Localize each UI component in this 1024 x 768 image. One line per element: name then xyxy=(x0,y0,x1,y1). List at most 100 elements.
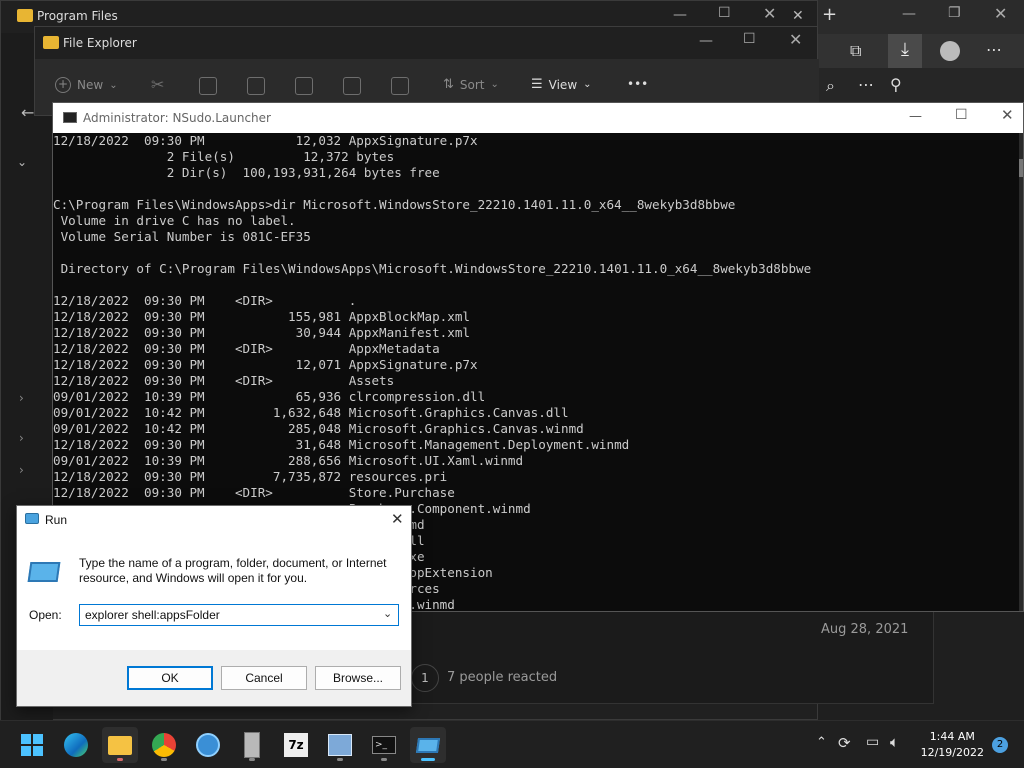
close-icon[interactable]: ✕ xyxy=(391,510,404,528)
new-label: New xyxy=(77,78,104,92)
console-line: 12/18/2022 09:30 PM <DIR> AppxMetadata xyxy=(53,341,440,356)
console-line: Volume Serial Number is 081C-EF35 xyxy=(53,229,311,244)
minimize-icon[interactable]: — xyxy=(699,33,713,49)
run-app-icon xyxy=(25,513,39,524)
taskbar-clock[interactable]: 1:44 AM 12/19/2022 xyxy=(921,729,984,761)
console-titlebar[interactable]: Administrator: NSudo.Launcher — ☐ ✕ xyxy=(53,103,1023,133)
console-scrollbar[interactable] xyxy=(1019,133,1023,611)
close-icon[interactable]: ✕ xyxy=(994,4,1007,23)
sync-icon[interactable]: ⟳ xyxy=(838,734,851,752)
delete-icon[interactable] xyxy=(391,77,409,95)
taskbar-globe-app[interactable] xyxy=(190,727,226,763)
console-line: 12/18/2022 09:30 PM 155,981 AppxBlockMap… xyxy=(53,309,471,324)
minimize-icon[interactable]: — xyxy=(673,7,687,23)
profile-avatar-icon[interactable] xyxy=(940,41,960,61)
terminal-icon: >_ xyxy=(372,736,396,754)
chevron-down-icon: ⌄ xyxy=(109,79,118,91)
folder-icon xyxy=(17,9,33,22)
rename-icon[interactable] xyxy=(295,77,313,95)
taskbar-chrome[interactable] xyxy=(146,727,182,763)
reacted-text[interactable]: 7 people reacted xyxy=(447,670,557,685)
console-scrollbar-thumb[interactable] xyxy=(1019,159,1023,177)
console-title: Administrator: NSudo.Launcher xyxy=(83,111,271,125)
search-icon[interactable]: ⌕ xyxy=(826,76,835,96)
console-line: 12/18/2022 09:30 PM <DIR> . xyxy=(53,293,357,308)
downloads-icon[interactable]: ⤓ xyxy=(888,34,922,68)
console-line: 12/18/2022 09:30 PM 7,735,872 resources.… xyxy=(53,469,448,484)
browser-tabstrip: ✕ + — ❐ ✕ xyxy=(792,0,1024,34)
tab-close-icon[interactable]: ✕ xyxy=(792,8,804,24)
maximize-icon[interactable]: ☐ xyxy=(718,5,731,21)
collections-icon[interactable]: ⧉ xyxy=(850,41,861,61)
pin-icon[interactable]: ⚲ xyxy=(890,75,902,94)
run-titlebar[interactable]: Run ✕ xyxy=(17,506,411,534)
view-label: View xyxy=(548,77,578,92)
copy-icon[interactable] xyxy=(199,77,217,95)
maximize-icon[interactable]: ☐ xyxy=(955,107,968,123)
running-indicator xyxy=(249,758,255,761)
close-icon[interactable]: ✕ xyxy=(763,4,776,23)
more-icon[interactable]: ••• xyxy=(627,77,648,91)
cancel-button[interactable]: Cancel xyxy=(221,666,307,690)
taskbar-7zip[interactable]: 7z xyxy=(278,727,314,763)
taskbar-run[interactable] xyxy=(410,727,446,763)
share-icon[interactable] xyxy=(343,77,361,95)
close-icon[interactable]: ✕ xyxy=(1001,106,1014,124)
chrome-icon xyxy=(152,733,176,757)
more-icon[interactable]: ⋯ xyxy=(986,40,1002,59)
sort-button[interactable]: ⇅ Sort ⌄ xyxy=(443,77,499,92)
console-line: 12/18/2022 09:30 PM <DIR> Assets xyxy=(53,373,395,388)
chevron-right-icon[interactable]: › xyxy=(19,431,24,445)
start-button[interactable] xyxy=(14,727,50,763)
console-line: 09/01/2022 10:42 PM 1,632,648 Microsoft.… xyxy=(53,405,569,420)
tray-chevron-up-icon[interactable]: ⌃ xyxy=(816,735,827,750)
view-button[interactable]: ☰ View ⌄ xyxy=(531,77,592,92)
minimize-icon[interactable]: — xyxy=(902,6,916,22)
restore-icon[interactable]: ❐ xyxy=(948,5,961,21)
taskbar-terminal[interactable]: >_ xyxy=(366,727,402,763)
taskbar-archive[interactable] xyxy=(234,727,270,763)
reaction-count: 1 xyxy=(421,671,429,685)
reaction-badge[interactable]: 1 xyxy=(411,664,439,692)
paste-icon[interactable] xyxy=(247,77,265,95)
browser-toolbar: ⧉ ⤓ ⋯ xyxy=(818,34,1024,68)
sort-icon: ⇅ xyxy=(443,77,454,92)
start-icon xyxy=(21,734,43,756)
run-footer: OK Cancel Browse... xyxy=(17,650,411,706)
file-explorer-titlebar[interactable]: File Explorer — ☐ ✕ xyxy=(35,27,817,59)
chevron-right-icon[interactable]: › xyxy=(19,391,24,405)
run-icon xyxy=(415,737,441,753)
close-icon[interactable]: ✕ xyxy=(789,30,802,49)
more-icon[interactable]: ⋯ xyxy=(858,75,874,94)
dropdown-chevron-icon[interactable]: ⌄ xyxy=(383,607,392,620)
7zip-icon: 7z xyxy=(284,733,308,757)
volume-icon[interactable]: 🔈︎ xyxy=(890,733,899,751)
taskbar: 7z >_ ⌃ ⟳ ▭ 🔈︎ 1:44 AM 12/19/2022 2 xyxy=(0,720,1024,768)
taskbar-edge[interactable] xyxy=(58,727,94,763)
running-indicator xyxy=(337,758,343,761)
taskbar-file-explorer[interactable] xyxy=(102,727,138,763)
chevron-down-icon: ⌄ xyxy=(583,79,592,90)
chevron-down-icon[interactable]: ⌄ xyxy=(17,155,27,169)
console-line: 09/01/2022 10:39 PM 65,936 clrcompressio… xyxy=(53,389,486,404)
browse-button[interactable]: Browse... xyxy=(315,666,401,690)
run-title: Run xyxy=(45,513,68,527)
chevron-down-icon: ⌄ xyxy=(490,79,499,90)
new-tab-icon[interactable]: + xyxy=(822,4,837,25)
running-indicator xyxy=(161,758,167,761)
maximize-icon[interactable]: ☐ xyxy=(743,31,756,47)
back-arrow-icon[interactable]: ← xyxy=(21,103,34,122)
edge-icon xyxy=(64,733,88,757)
ok-button[interactable]: OK xyxy=(127,666,213,690)
run-command-input[interactable] xyxy=(79,604,399,626)
chevron-right-icon[interactable]: › xyxy=(19,463,24,477)
sort-label: Sort xyxy=(459,77,485,92)
taskbar-network-manager[interactable] xyxy=(322,727,358,763)
notification-badge[interactable]: 2 xyxy=(992,737,1008,753)
cut-icon[interactable]: ✂ xyxy=(151,75,164,94)
minimize-icon[interactable]: — xyxy=(909,109,922,124)
new-button[interactable]: + New ⌄ xyxy=(55,77,118,93)
display-icon[interactable]: ▭ xyxy=(866,734,879,750)
console-line: Directory of C:\Program Files\WindowsApp… xyxy=(53,261,812,276)
